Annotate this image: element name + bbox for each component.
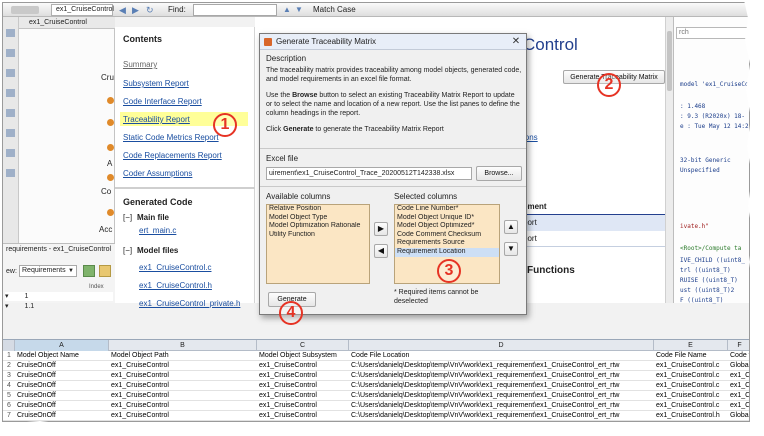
torn-edge-overlay: [0, 0, 764, 436]
screenshot-stage: ex1_CruiseControl ◀ ▶ ↻ Find: ▲ ▼ Match …: [0, 0, 764, 436]
